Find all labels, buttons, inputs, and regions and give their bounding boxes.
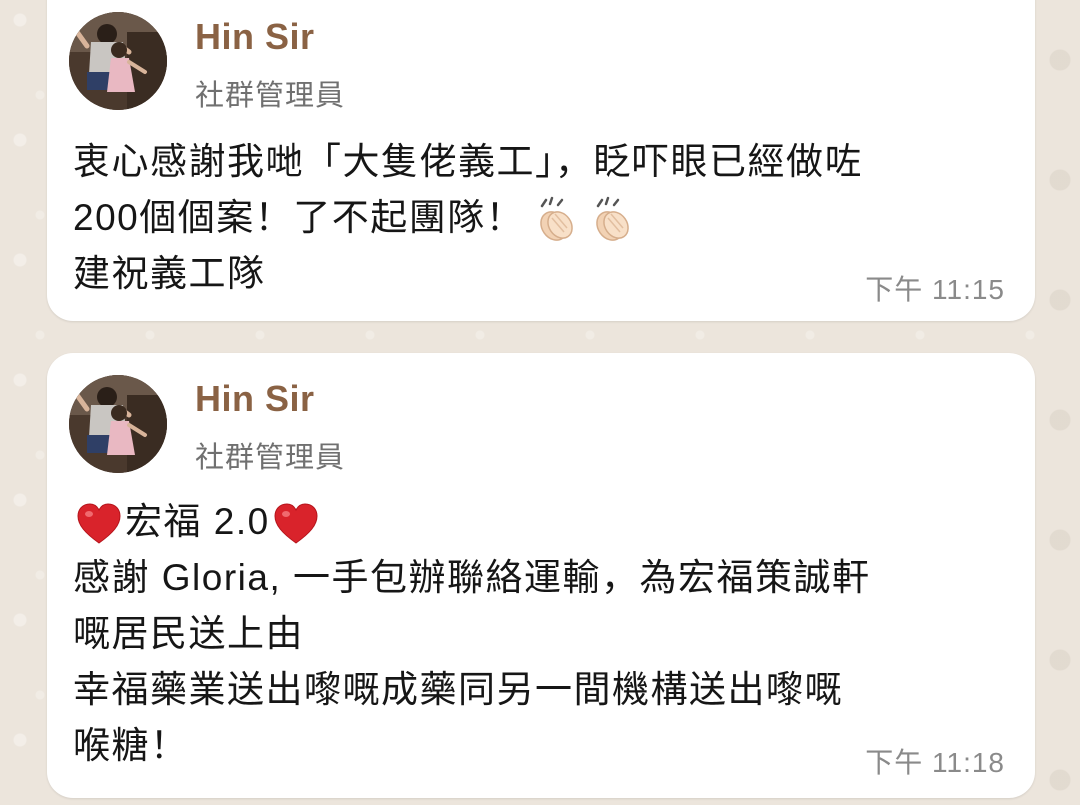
message-line-with-emoji: 200個個案！了不起團隊！ xyxy=(73,190,1005,246)
message-line: 嘅居民送上由 xyxy=(73,613,304,654)
sender-role: 社群管理員 xyxy=(195,442,346,474)
sender-name: Hin Sir xyxy=(195,378,315,419)
message-timestamp: 下午 11:18 xyxy=(865,747,1005,778)
avatar[interactable] xyxy=(69,375,167,473)
message-line: 幸福藥業送出嚟嘅成藥同另一間機構送出嚟嘅 xyxy=(73,669,843,710)
chat-area[interactable]: Hin Sir 社群管理員 衷心感謝我哋「大隻佬義工」，眨吓眼已經做咗 200個… xyxy=(0,0,1080,805)
clap-icon xyxy=(532,196,580,244)
avatar[interactable] xyxy=(69,12,167,110)
sender-name: Hin Sir xyxy=(195,16,315,57)
message-bubble[interactable]: Hin Sir 社群管理員 宏福 2.0 感謝 Gloria, 一手包辦聯絡運輸… xyxy=(47,353,1035,798)
message-line-text: 宏福 2.0 xyxy=(125,501,270,542)
heart-icon xyxy=(75,500,123,548)
message-line-text: 200個個案！了不起團隊！ xyxy=(73,197,525,238)
message-line: 衷心感謝我哋「大隻佬義工」，眨吓眼已經做咗 xyxy=(73,141,863,182)
avatar-photo xyxy=(69,12,167,110)
message-timestamp: 下午 11:15 xyxy=(865,274,1005,305)
avatar-photo xyxy=(69,375,167,473)
heart-icon xyxy=(272,500,320,548)
sender-role: 社群管理員 xyxy=(195,80,346,112)
message-bubble[interactable]: Hin Sir 社群管理員 衷心感謝我哋「大隻佬義工」，眨吓眼已經做咗 200個… xyxy=(47,0,1035,321)
message-line-with-emoji: 宏福 2.0 xyxy=(73,494,1005,550)
message-text: 宏福 2.0 感謝 Gloria, 一手包辦聯絡運輸，為宏福策誠軒 嘅居民送上由… xyxy=(73,494,1005,774)
message-line: 感謝 Gloria, 一手包辦聯絡運輸，為宏福策誠軒 xyxy=(73,557,871,598)
clap-icon xyxy=(588,196,636,244)
